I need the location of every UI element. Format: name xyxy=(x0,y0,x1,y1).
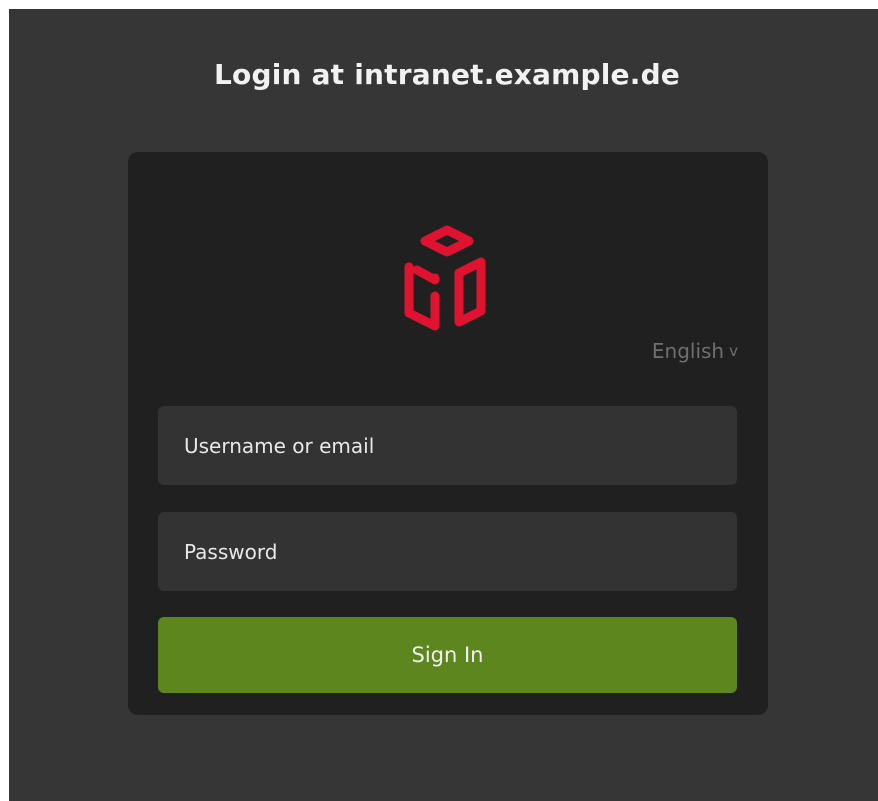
login-page: Login at intranet.example.de Englishv Si… xyxy=(9,9,878,801)
language-select[interactable]: English v xyxy=(652,337,738,367)
chevron-down-icon: v xyxy=(729,342,738,360)
login-card: Englishv Sign In xyxy=(128,152,768,715)
sign-in-button[interactable]: Sign In xyxy=(158,617,737,693)
password-input[interactable] xyxy=(158,512,737,591)
username-input[interactable] xyxy=(158,406,737,485)
cube-logo-icon xyxy=(404,225,486,331)
page-title: Login at intranet.example.de xyxy=(213,58,680,91)
language-label: English xyxy=(651,339,725,363)
